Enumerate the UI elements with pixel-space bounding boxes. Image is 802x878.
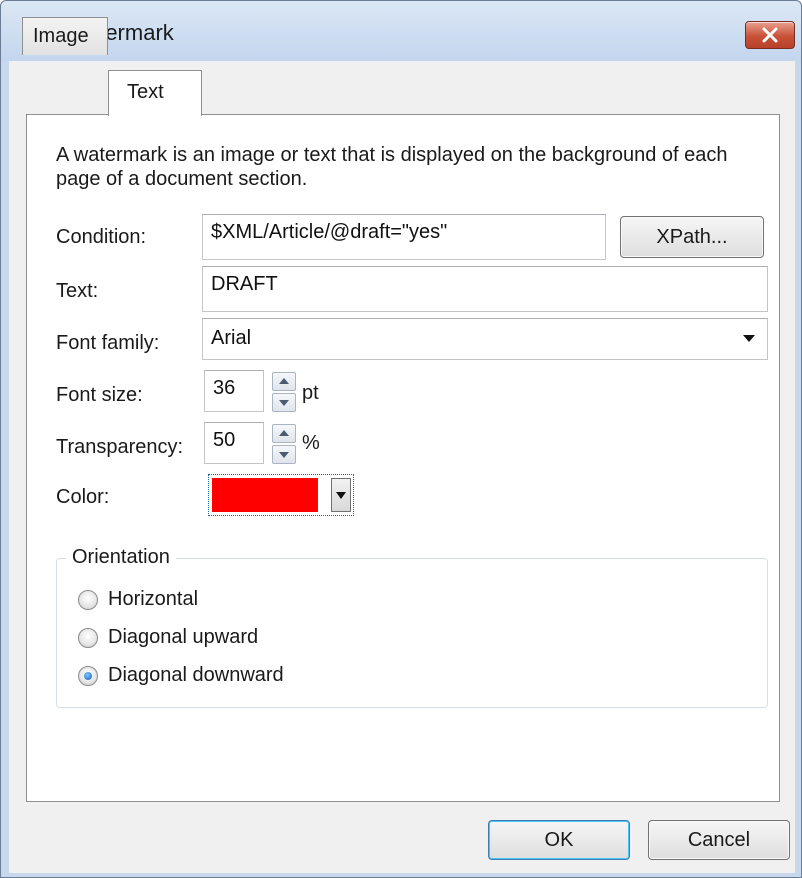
radio-button[interactable] [78,628,98,648]
xpath-button[interactable]: XPath... [620,216,764,258]
font-family-label: Font family: [56,332,160,354]
description-text: A watermark is an image or text that is … [56,144,728,190]
font-size-stepper[interactable] [272,372,296,412]
radio-button[interactable] [78,590,98,610]
tab-image[interactable]: Image [22,17,108,55]
radio-diagonal-downward-label: Diagonal downward [108,664,284,686]
transparency-stepper[interactable] [272,424,296,464]
orientation-legend: Orientation [66,546,176,569]
chevron-down-icon [743,335,755,342]
condition-label: Condition: [56,226,147,248]
tab-text[interactable]: Text [108,70,202,116]
ok-button-label: OK [544,829,574,851]
title-bar[interactable]: Edit Watermark [1,1,801,61]
tab-text-label: Text [127,81,164,103]
font-size-label: Font size: [56,384,143,406]
ok-button[interactable]: OK [488,820,630,860]
font-size-input[interactable]: 36 [204,370,264,412]
color-swatch[interactable] [212,478,318,512]
font-size-decrement[interactable] [272,393,296,412]
font-family-select[interactable]: Arial [202,318,768,360]
arrow-down-icon [279,452,289,458]
transparency-decrement[interactable] [272,445,296,464]
font-size-unit: pt [302,382,319,404]
arrow-down-icon [279,400,289,406]
transparency-unit: % [302,432,320,454]
transparency-increment[interactable] [272,424,296,443]
xpath-button-label: XPath... [656,226,728,248]
color-picker[interactable] [208,474,354,516]
transparency-input[interactable]: 50 [204,422,264,464]
close-button[interactable] [745,21,795,49]
radio-dot-icon [84,672,92,680]
color-dropdown-button[interactable] [331,478,351,512]
tab-image-label: Image [33,25,89,47]
radio-button-selected[interactable] [78,666,98,686]
text-input[interactable]: DRAFT [202,266,768,312]
text-label: Text: [56,280,99,302]
radio-diagonal-upward-label: Diagonal upward [108,626,259,648]
cancel-button[interactable]: Cancel [648,820,790,860]
transparency-label: Transparency: [56,436,184,458]
font-size-increment[interactable] [272,372,296,391]
condition-input[interactable]: $XML/Article/@draft="yes" [202,214,606,260]
arrow-up-icon [279,430,289,436]
color-label: Color: [56,486,110,508]
arrow-up-icon [279,378,289,384]
close-icon [762,27,778,43]
font-family-value: Arial [211,327,252,349]
cancel-button-label: Cancel [687,829,751,851]
radio-horizontal-label: Horizontal [108,588,199,610]
chevron-down-icon [336,492,346,499]
